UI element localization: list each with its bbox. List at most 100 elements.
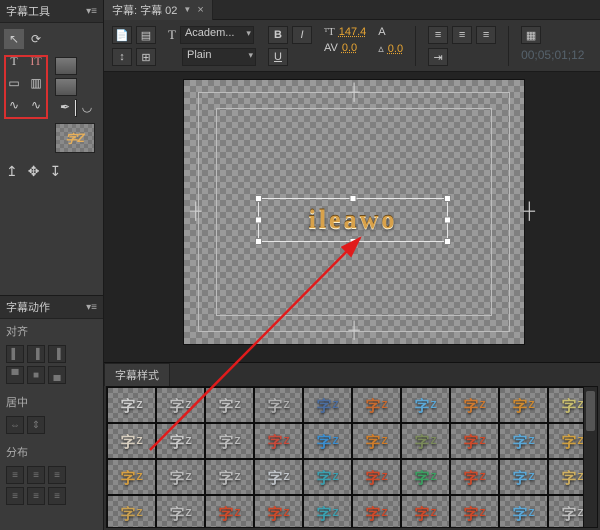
swatch-grey[interactable] [55, 57, 77, 75]
style-preset[interactable]: 字Z [205, 495, 254, 528]
style-preset[interactable]: 字Z [107, 495, 156, 528]
vertical-type-tool[interactable]: IT [26, 51, 46, 71]
style-preset[interactable]: 字Z [499, 459, 548, 495]
title-thumbnail[interactable]: 字Z [55, 123, 95, 153]
canvas-area[interactable]: ┼ ┼ ┼ ┼ ileawo [104, 72, 600, 362]
align-center-btn[interactable]: ≡ [452, 26, 472, 44]
area-type-tool[interactable]: ▭ [4, 73, 24, 93]
roll-crawl-icon[interactable]: ↕ [112, 48, 132, 66]
pen-tool[interactable]: ✒ [55, 97, 75, 117]
swatch-grey-2[interactable] [55, 78, 77, 96]
scrollbar-thumb[interactable] [586, 391, 595, 431]
style-preset[interactable]: 字Z [156, 459, 205, 495]
style-preset[interactable]: 字Z [450, 387, 499, 423]
dist-1[interactable]: ≡ [6, 466, 24, 484]
style-preset[interactable]: 字Z [254, 495, 303, 528]
style-preset[interactable]: 字Z [107, 423, 156, 459]
style-preset[interactable]: 字Z [401, 423, 450, 459]
vertical-path-type-tool[interactable]: ∿ [26, 95, 46, 115]
style-preset[interactable]: 字Z [352, 495, 401, 528]
italic-button[interactable]: I [292, 26, 312, 44]
align-right[interactable]: ▐ [48, 345, 66, 363]
align-hcenter[interactable]: ▐ [27, 345, 45, 363]
style-preset[interactable]: 字Z [450, 423, 499, 459]
align-bottom[interactable]: ▄ [48, 366, 66, 384]
style-preset[interactable]: 字Z [156, 495, 205, 528]
style-preset[interactable]: 字Z [303, 387, 352, 423]
resize-handle[interactable] [444, 238, 451, 245]
resize-handle[interactable] [350, 195, 357, 202]
style-preset[interactable]: 字Z [254, 459, 303, 495]
title-text[interactable]: ileawo [259, 205, 447, 235]
style-preset[interactable]: 字Z [352, 387, 401, 423]
style-preset[interactable]: 字Z [205, 459, 254, 495]
center-v[interactable]: ⇕ [27, 416, 45, 434]
resize-handle[interactable] [444, 195, 451, 202]
type-tool[interactable]: T [4, 51, 24, 71]
tab-stops-btn[interactable]: ⇥ [428, 48, 448, 66]
style-preset[interactable]: 字Z [401, 387, 450, 423]
resize-handle[interactable] [255, 195, 262, 202]
panel-menu-icon[interactable]: ▾≡ [86, 302, 97, 313]
resize-handle[interactable] [350, 238, 357, 245]
font-style-select[interactable]: Plain [182, 48, 256, 66]
vertical-area-type-tool[interactable]: ▥ [26, 73, 46, 93]
dist-4[interactable]: ≡ [6, 487, 24, 505]
align-left[interactable]: ▌ [6, 345, 24, 363]
style-preset[interactable]: 字Z [156, 387, 205, 423]
templates-2-icon[interactable]: ⊞ [136, 48, 156, 66]
font-family-select[interactable]: Academ... [180, 26, 254, 44]
leading-value[interactable]: 0.0 [388, 43, 403, 55]
style-preset[interactable]: 字Z [303, 423, 352, 459]
style-preset[interactable]: 字Z [499, 423, 548, 459]
styles-scrollbar[interactable] [583, 387, 597, 527]
anchor-bottom-icon[interactable]: ↧ [49, 163, 61, 180]
style-preset[interactable]: 字Z [303, 495, 352, 528]
align-top[interactable]: ▀ [6, 366, 24, 384]
center-h[interactable]: ⇔ [6, 416, 24, 434]
path-type-tool[interactable]: ∿ [4, 95, 24, 115]
rotate-tool[interactable]: ⟳ [26, 29, 46, 49]
tab-close-icon[interactable]: × [197, 4, 203, 16]
style-preset[interactable]: 字Z [352, 423, 401, 459]
templates-icon[interactable]: ▤ [136, 26, 156, 44]
show-video-btn[interactable]: ▦ [521, 26, 541, 44]
font-size-value[interactable]: 147.4 [339, 26, 367, 38]
style-preset[interactable]: 字Z [205, 423, 254, 459]
style-preset[interactable]: 字Z [450, 459, 499, 495]
dist-6[interactable]: ≡ [48, 487, 66, 505]
dist-2[interactable]: ≡ [27, 466, 45, 484]
dist-3[interactable]: ≡ [48, 466, 66, 484]
style-preset[interactable]: 字Z [156, 423, 205, 459]
style-preset[interactable]: 字Z [450, 495, 499, 528]
tab-dropdown-icon[interactable]: ▼ [183, 5, 191, 14]
style-preset[interactable]: 字Z [401, 459, 450, 495]
style-preset[interactable]: 字Z [107, 459, 156, 495]
arc-tool[interactable]: ◡ [77, 97, 97, 117]
text-selection-box[interactable]: ileawo [258, 198, 448, 242]
underline-button[interactable]: U [268, 48, 288, 66]
align-vcenter[interactable]: ■ [27, 366, 45, 384]
anchor-center-icon[interactable]: ✥ [28, 163, 40, 180]
style-preset[interactable]: 字Z [401, 495, 450, 528]
style-preset[interactable]: 字Z [254, 423, 303, 459]
style-preset[interactable]: 字Z [499, 387, 548, 423]
align-right-btn[interactable]: ≡ [476, 26, 496, 44]
style-preset[interactable]: 字Z [352, 459, 401, 495]
selection-tool[interactable]: ↖ [4, 29, 24, 49]
style-preset[interactable]: 字Z [107, 387, 156, 423]
styles-tab[interactable]: 字幕样式 [104, 363, 170, 386]
timecode-value[interactable]: 00;05;01;12 [521, 48, 584, 62]
resize-handle[interactable] [255, 238, 262, 245]
anchor-top-icon[interactable]: ↥ [6, 163, 18, 180]
align-left-btn[interactable]: ≡ [428, 26, 448, 44]
panel-menu-icon[interactable]: ▾≡ [86, 6, 97, 17]
document-tab[interactable]: 字幕: 字幕 02 ▼ × [104, 0, 213, 21]
style-preset[interactable]: 字Z [254, 387, 303, 423]
bold-button[interactable]: B [268, 26, 288, 44]
titler-type-icon[interactable]: 📄 [112, 26, 132, 44]
kerning-value[interactable]: 0.0 [342, 42, 357, 54]
style-preset[interactable]: 字Z [499, 495, 548, 528]
dist-5[interactable]: ≡ [27, 487, 45, 505]
style-preset[interactable]: 字Z [303, 459, 352, 495]
